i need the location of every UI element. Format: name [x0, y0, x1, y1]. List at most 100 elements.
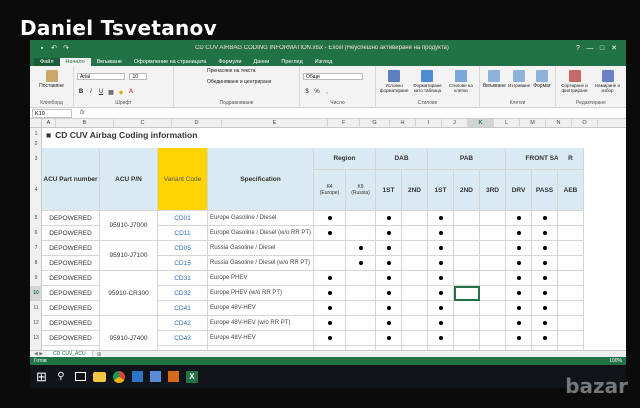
tab-page-layout[interactable]: Оформление на страницата — [128, 58, 212, 66]
column-header[interactable]: I — [416, 119, 442, 127]
zoom-level[interactable]: 100% — [609, 358, 622, 364]
row-number[interactable]: 8 — [30, 256, 42, 271]
column-header[interactable]: A — [42, 119, 56, 127]
flag-cell-dab2 — [402, 241, 428, 256]
flag-cell-pab1 — [428, 241, 454, 256]
row-number[interactable]: 10 — [30, 286, 42, 301]
store-icon[interactable] — [131, 371, 143, 382]
row-number[interactable]: 5 — [30, 211, 42, 226]
font-size-select[interactable]: 10 — [129, 73, 148, 81]
variant-code-cell[interactable]: CD41 — [158, 301, 208, 316]
column-header[interactable]: O — [572, 119, 598, 127]
row-number[interactable]: 4 — [30, 170, 42, 211]
column-header[interactable]: C — [114, 119, 172, 127]
select-all-corner[interactable] — [30, 119, 42, 127]
file-explorer-icon[interactable] — [92, 371, 106, 382]
specification-cell: Europe 48V-HEV — [208, 301, 314, 316]
cells-label: Клетки — [509, 100, 526, 106]
column-header[interactable]: G — [360, 119, 390, 127]
row-number[interactable]: 13 — [30, 331, 42, 346]
tab-review[interactable]: Преглед — [275, 58, 308, 66]
tab-data[interactable]: Данни — [247, 58, 275, 66]
flag-cell-drv — [506, 286, 532, 301]
variant-code-cell[interactable]: CD05 — [158, 241, 208, 256]
bullet-dot-icon — [542, 261, 547, 265]
italic-icon[interactable]: I — [87, 89, 95, 96]
app-icon[interactable] — [167, 371, 179, 382]
save-icon[interactable]: ▪ — [36, 45, 48, 52]
borders-icon[interactable]: ▦ — [107, 89, 115, 96]
flag-cell-aeb — [558, 316, 584, 331]
row-number[interactable]: 3 — [30, 148, 42, 170]
percent-icon[interactable]: % — [313, 89, 321, 95]
column-header[interactable]: H — [390, 119, 416, 127]
paste-icon[interactable] — [45, 70, 58, 82]
variant-code-cell[interactable]: CD01 — [158, 211, 208, 226]
variant-code-cell[interactable]: CD32 — [158, 286, 208, 301]
variant-code-cell[interactable]: CD15 — [158, 256, 208, 271]
bold-icon[interactable]: B — [77, 89, 85, 96]
tab-file[interactable]: Файл — [34, 58, 60, 66]
minimize-button[interactable]: — — [584, 45, 596, 52]
variant-code-cell[interactable]: CD11 — [158, 226, 208, 241]
row-number[interactable]: 9 — [30, 271, 42, 286]
help-button[interactable]: ? — [572, 45, 584, 52]
column-header[interactable]: K — [468, 119, 494, 127]
variant-code-cell[interactable]: CD42 — [158, 316, 208, 331]
chrome-icon[interactable] — [112, 370, 125, 383]
windows-start-icon[interactable]: ⊞ — [36, 369, 47, 385]
task-view-icon[interactable] — [74, 372, 86, 381]
comma-icon[interactable]: , — [323, 89, 331, 95]
column-header[interactable]: E — [222, 119, 328, 127]
font-group: Arial 10 B I U ▦ ◆ A Шрифт — [74, 66, 174, 107]
paste-button[interactable]: Поставяне — [33, 83, 70, 89]
redo-icon[interactable]: ↷ — [60, 44, 72, 52]
variant-code-cell[interactable]: CD43 — [158, 331, 208, 346]
tab-home[interactable]: Начало — [59, 58, 91, 66]
flag-cell-k9 — [346, 241, 376, 256]
row-number[interactable]: 2 — [30, 141, 42, 148]
maximize-button[interactable]: □ — [596, 45, 608, 52]
excel-taskbar-icon[interactable]: X — [185, 370, 198, 383]
tab-formulas[interactable]: Формули — [212, 58, 247, 66]
row-number[interactable]: 6 — [30, 226, 42, 241]
flag-cell-k9 — [346, 271, 376, 286]
acu-part-cell: DEPOWERED — [42, 226, 100, 241]
row-number[interactable]: 12 — [30, 316, 42, 331]
column-header[interactable]: B — [56, 119, 114, 127]
row-number[interactable]: 7 — [30, 241, 42, 256]
variant-code-cell[interactable]: CD31 — [158, 271, 208, 286]
flag-cell-pass — [532, 211, 558, 226]
bullet-dot-icon — [438, 261, 443, 265]
tab-view[interactable]: Изглед — [309, 58, 339, 66]
underline-icon[interactable]: U — [97, 89, 105, 96]
column-header[interactable]: F — [328, 119, 360, 127]
wrap-text-button[interactable]: Пренасяне на текста — [207, 68, 296, 74]
bullet-dot-icon — [542, 291, 547, 295]
fx-icon[interactable]: fx — [80, 110, 85, 116]
currency-icon[interactable]: $ — [303, 89, 311, 95]
fill-color-icon[interactable]: ◆ — [117, 89, 125, 96]
flag-cell-k9 — [346, 301, 376, 316]
row-number[interactable]: 11 — [30, 301, 42, 316]
column-header[interactable]: L — [494, 119, 520, 127]
column-header[interactable]: N — [546, 119, 572, 127]
mail-icon[interactable] — [149, 371, 161, 382]
column-header[interactable]: D — [172, 119, 222, 127]
number-format-select[interactable]: Общи — [303, 73, 363, 81]
flag-cell-dab1 — [376, 316, 402, 331]
tab-insert[interactable]: Вмъкване — [91, 58, 128, 66]
row-number[interactable]: 1 — [30, 128, 42, 141]
formula-input[interactable] — [93, 109, 626, 118]
close-button[interactable]: ✕ — [608, 44, 620, 52]
font-color-icon[interactable]: A — [127, 89, 135, 96]
search-icon[interactable]: ⚲ — [54, 370, 68, 384]
column-header[interactable]: M — [520, 119, 546, 127]
column-header[interactable]: J — [442, 119, 468, 127]
merge-center-button[interactable]: Обединяване и центриране — [207, 79, 296, 85]
flag-cell-k4 — [314, 211, 346, 226]
name-box[interactable]: K10 — [32, 108, 72, 118]
undo-icon[interactable]: ↶ — [48, 44, 60, 52]
sheet-grid[interactable]: ■ CD CUV Airbag Coding information ACU P… — [42, 128, 626, 350]
font-name-select[interactable]: Arial — [77, 73, 125, 81]
